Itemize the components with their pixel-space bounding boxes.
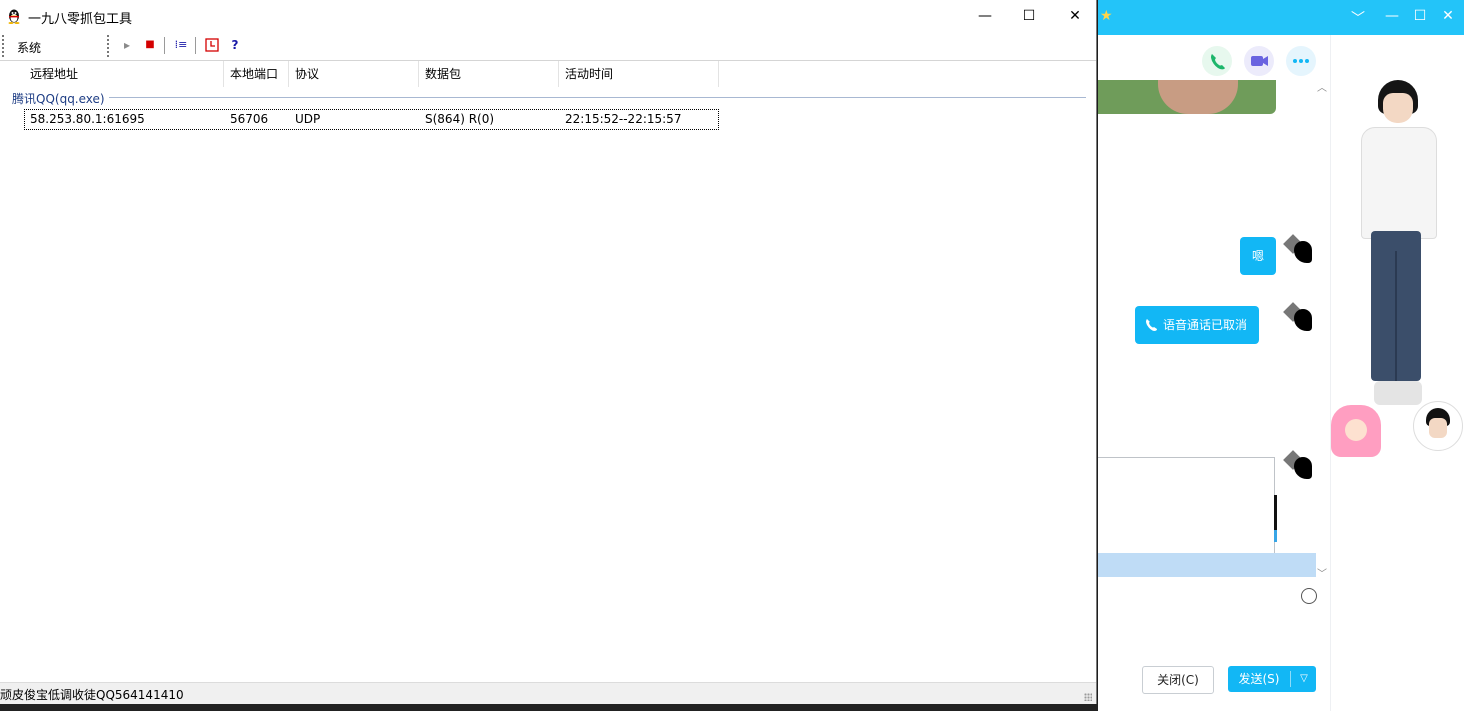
history-clock-icon[interactable] <box>1301 588 1317 604</box>
cell-packets: S(864) R(0) <box>425 112 495 126</box>
cell-remote-address: 58.253.80.1:61695 <box>30 112 145 126</box>
desktop-strip <box>0 704 1098 711</box>
column-header-remote-address[interactable]: 远程地址 <box>24 61 224 87</box>
toolbar-grip[interactable] <box>2 35 4 57</box>
close-button[interactable]: ✕ <box>1052 0 1098 32</box>
send-label: 发送(S) <box>1238 672 1280 686</box>
list-header: 远程地址 本地端口 协议 数据包 活动时间 <box>0 61 1096 87</box>
chevron-down-icon[interactable]: ▽ <box>1292 666 1316 692</box>
qq-chat-window: ★ ﹀ — ☐ ✕ ︿ 嗯 语音通话已取消 ﹀ 关闭(C) 发送(S) ▽ <box>1098 0 1464 711</box>
stop-icon[interactable]: ■ <box>141 36 159 54</box>
connection-list[interactable]: 远程地址 本地端口 协议 数据包 活动时间 腾讯QQ(qq.exe) 58.25… <box>0 60 1096 681</box>
screenshot-message[interactable] <box>1098 457 1275 555</box>
toolbar: 系统 ▸ ■ ⁞≡ ? <box>0 32 1096 59</box>
qq-dropdown-button[interactable]: ﹀ <box>1348 8 1368 28</box>
cell-active-time: 22:15:52--22:15:57 <box>565 112 682 126</box>
group-divider <box>12 97 1086 98</box>
clock-icon[interactable] <box>203 36 221 54</box>
voice-call-cancelled-bubble[interactable]: 语音通话已取消 <box>1135 306 1260 344</box>
help-icon[interactable]: ? <box>226 36 244 54</box>
close-chat-button[interactable]: 关闭(C) <box>1142 666 1214 694</box>
more-icon[interactable] <box>1286 46 1316 76</box>
window-title: 一九八零抓包工具 <box>28 12 133 27</box>
voice-call-icon[interactable] <box>1202 46 1232 76</box>
column-header-local-port[interactable]: 本地端口 <box>224 61 289 87</box>
self-avatar-figure[interactable] <box>1413 401 1463 451</box>
qq-message-area: ︿ 嗯 语音通话已取消 ﹀ 关闭(C) 发送(S) ▽ <box>1098 35 1330 711</box>
avatar[interactable] <box>1286 237 1316 267</box>
cell-protocol: UDP <box>295 112 321 126</box>
friend-avatar-figure[interactable] <box>1331 405 1381 457</box>
qq-maximize-button[interactable]: ☐ <box>1410 8 1430 24</box>
resize-grip-icon[interactable] <box>1084 693 1092 701</box>
screenshot-edge-accent <box>1274 530 1277 542</box>
avatar[interactable] <box>1286 453 1316 483</box>
qq-title-bar: ★ ﹀ — ☐ ✕ <box>1098 0 1464 35</box>
play-icon[interactable]: ▸ <box>118 36 136 54</box>
column-header-protocol[interactable]: 协议 <box>289 61 419 87</box>
status-text: 顽皮俊宝低调收徒QQ564141410 <box>0 688 184 702</box>
menu-system[interactable]: 系统 <box>17 39 41 56</box>
scroll-up-icon[interactable]: ︿ <box>1317 79 1327 94</box>
columns-icon[interactable]: ⁞≡ <box>172 36 190 54</box>
scroll-down-icon[interactable]: ﹀ <box>1317 565 1327 580</box>
toolbar-separator <box>164 37 165 54</box>
bubble-text: 语音通话已取消 <box>1163 318 1248 332</box>
column-header-active-time[interactable]: 活动时间 <box>559 61 719 87</box>
send-button[interactable]: 发送(S) ▽ <box>1228 666 1316 692</box>
message-bubble[interactable]: 嗯 <box>1240 237 1277 275</box>
status-bar: 顽皮俊宝低调收徒QQ564141410 <box>0 682 1096 704</box>
video-call-icon[interactable] <box>1244 46 1274 76</box>
maximize-button[interactable]: ☐ <box>1006 0 1052 32</box>
star-icon: ★ <box>1100 8 1113 24</box>
title-bar[interactable]: 一九八零抓包工具 — ☐ ✕ <box>0 0 1096 32</box>
toolbar-separator <box>195 37 196 54</box>
send-divider <box>1290 671 1291 687</box>
packet-capture-window: 一九八零抓包工具 — ☐ ✕ 系统 ▸ ■ ⁞≡ ? 远程地址 本地端口 协议 … <box>0 0 1097 704</box>
avatar[interactable] <box>1286 305 1316 335</box>
toolbar-grip[interactable] <box>107 35 109 57</box>
group-header[interactable]: 腾讯QQ(qq.exe) <box>12 90 109 107</box>
qq-minimize-button[interactable]: — <box>1382 8 1402 24</box>
phone-icon <box>1146 319 1157 331</box>
table-row[interactable]: 58.253.80.1:61695 56706 UDP S(864) R(0) … <box>24 109 719 130</box>
image-message[interactable] <box>1098 80 1276 114</box>
qq-close-window-button[interactable]: ✕ <box>1438 8 1458 24</box>
selection-band <box>1098 553 1316 577</box>
penguin-icon <box>8 9 20 24</box>
minimize-button[interactable]: — <box>962 0 1008 32</box>
cell-local-port: 56706 <box>230 112 269 126</box>
qq-show-panel <box>1330 35 1464 711</box>
column-header-packets[interactable]: 数据包 <box>419 61 559 87</box>
